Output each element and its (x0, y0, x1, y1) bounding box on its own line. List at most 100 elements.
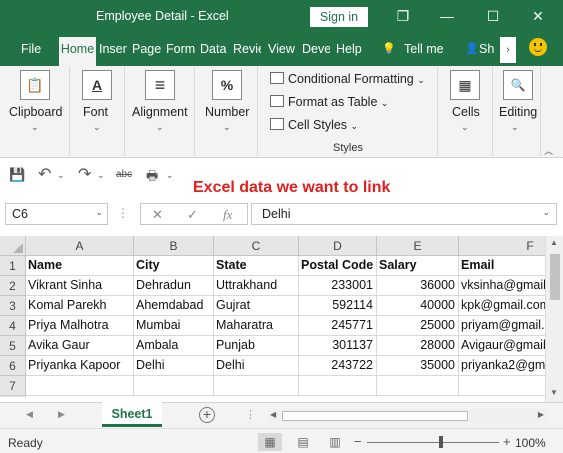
cell-a7[interactable] (26, 376, 134, 396)
cell-b8[interactable] (134, 396, 214, 397)
cell-e5[interactable]: 28000 (377, 336, 459, 356)
zoom-slider[interactable] (367, 442, 499, 443)
cell-b7[interactable] (134, 376, 214, 396)
tab-data[interactable]: Data (200, 42, 228, 56)
cell-e3[interactable]: 40000 (377, 296, 459, 316)
cell-b1[interactable]: City (134, 256, 214, 276)
cell-d8[interactable] (299, 396, 377, 397)
row-header-3[interactable]: 3 (0, 296, 26, 316)
cell-b5[interactable]: Ambala (134, 336, 214, 356)
tab-review[interactable]: Review (233, 42, 261, 56)
select-all-button[interactable] (0, 236, 26, 256)
zoom-level[interactable]: 100% (515, 436, 546, 450)
cells-group[interactable]: ▦ Cells ⌄ (438, 66, 493, 156)
cell-f1[interactable]: Email (459, 256, 545, 276)
scroll-down-icon[interactable]: ▼ (550, 388, 558, 397)
cell-c5[interactable]: Punjab (214, 336, 299, 356)
tab-help[interactable]: Help (336, 42, 364, 56)
row-header-8[interactable]: 8 (0, 396, 26, 397)
cell-b6[interactable]: Delhi (134, 356, 214, 376)
previous-sheet-icon[interactable]: ◀ (26, 409, 33, 420)
cell-e8[interactable] (377, 396, 459, 397)
cell-b3[interactable]: Ahemdabad (134, 296, 214, 316)
column-header-c[interactable]: C (214, 236, 299, 256)
cell-e1[interactable]: Salary (377, 256, 459, 276)
cell-a4[interactable]: Priya Malhotra (26, 316, 134, 336)
cell-styles-button[interactable]: Cell Styles ⌄ (270, 118, 358, 132)
cell-f5[interactable]: Avigaur@gmail.com (459, 336, 545, 356)
alignment-group[interactable]: ≡ Alignment ⌄ (125, 66, 195, 156)
vertical-scrollbar[interactable]: ▲ ▼ (545, 236, 563, 402)
cell-a5[interactable]: Avika Gaur (26, 336, 134, 356)
row-header-1[interactable]: 1 (0, 256, 26, 276)
sign-in-button[interactable]: Sign in (310, 7, 368, 27)
cell-b2[interactable]: Dehradun (134, 276, 214, 296)
row-header-5[interactable]: 5 (0, 336, 26, 356)
cell-e7[interactable] (377, 376, 459, 396)
cell-e6[interactable]: 35000 (377, 356, 459, 376)
cell-d2[interactable]: 233001 (299, 276, 377, 296)
column-header-a[interactable]: A (26, 236, 134, 256)
cell-c1[interactable]: State (214, 256, 299, 276)
undo-dropdown-icon[interactable]: ⌄ (57, 170, 65, 181)
column-header-e[interactable]: E (377, 236, 459, 256)
spellcheck-icon[interactable]: 🖶 (146, 167, 158, 189)
cell-a8[interactable] (26, 396, 134, 397)
horizontal-scroll-thumb[interactable] (282, 411, 468, 421)
zoom-slider-thumb[interactable] (439, 436, 443, 448)
cell-d5[interactable]: 301137 (299, 336, 377, 356)
editing-group[interactable]: 🔍 Editing ⌄ (493, 66, 541, 156)
cell-a3[interactable]: Komal Parekh (26, 296, 134, 316)
cell-c4[interactable]: Maharatra (214, 316, 299, 336)
row-header-4[interactable]: 4 (0, 316, 26, 336)
customize-toolbar-icon[interactable]: ⌄ (166, 170, 174, 181)
next-sheet-icon[interactable]: ▶ (58, 409, 65, 420)
cell-d6[interactable]: 243722 (299, 356, 377, 376)
add-sheet-icon[interactable]: + (199, 407, 215, 423)
insert-function-icon[interactable]: fx (223, 207, 232, 223)
tabs-scroll-right-icon[interactable]: › (500, 37, 516, 63)
cell-e2[interactable]: 36000 (377, 276, 459, 296)
cell-c8[interactable] (214, 396, 299, 397)
sheet-tab-sheet1[interactable]: Sheet1 (102, 402, 162, 427)
scroll-left-icon[interactable]: ◀ (270, 410, 276, 419)
cell-a2[interactable]: Vikrant Sinha (26, 276, 134, 296)
cell-f2[interactable]: vksinha@gmail.com (459, 276, 545, 296)
row-header-6[interactable]: 6 (0, 356, 26, 376)
tab-file[interactable]: File (21, 42, 41, 56)
cell-d3[interactable]: 592114 (299, 296, 377, 316)
cell-f4[interactable]: priyam@gmail.com (459, 316, 545, 336)
enter-icon[interactable]: ✓ (187, 207, 198, 223)
column-header-b[interactable]: B (134, 236, 214, 256)
ribbon-display-options-icon[interactable]: ❐ (389, 4, 417, 28)
cell-d7[interactable] (299, 376, 377, 396)
scroll-up-icon[interactable]: ▲ (550, 238, 558, 247)
tab-developer[interactable]: Developer (302, 42, 330, 56)
minimize-icon[interactable]: — (433, 4, 461, 28)
horizontal-scrollbar[interactable]: ◀ ▶ (268, 409, 546, 423)
cell-d1[interactable]: Postal Code (299, 256, 377, 276)
column-header-f[interactable]: F (459, 236, 545, 256)
cell-f7[interactable] (459, 376, 545, 396)
tab-home[interactable]: Home (59, 37, 96, 66)
collapse-ribbon-icon[interactable]: ︿ (544, 144, 553, 157)
tell-me-search[interactable]: Tell me (404, 42, 446, 56)
cell-e4[interactable]: 25000 (377, 316, 459, 336)
cell-c3[interactable]: Gujrat (214, 296, 299, 316)
save-icon[interactable]: 💾 (9, 167, 25, 183)
cell-b4[interactable]: Mumbai (134, 316, 214, 336)
tab-view[interactable]: View (268, 42, 296, 56)
normal-view-icon[interactable]: ▦ (258, 433, 282, 451)
conditional-formatting-button[interactable]: Conditional Formatting ⌄ (270, 72, 425, 86)
redo-dropdown-icon[interactable]: ⌄ (97, 170, 105, 181)
column-header-d[interactable]: D (299, 236, 377, 256)
share-button[interactable]: Share (479, 42, 494, 56)
zoom-out-icon[interactable]: − (354, 434, 362, 449)
tab-splitter-icon[interactable]: ⋮ (245, 408, 256, 421)
undo-icon[interactable]: ↶ (38, 164, 51, 184)
feedback-smiley-icon[interactable] (529, 38, 547, 56)
row-header-7[interactable]: 7 (0, 376, 26, 396)
cell-c2[interactable]: Uttrakhand (214, 276, 299, 296)
zoom-in-icon[interactable]: + (503, 434, 511, 449)
cell-a1[interactable]: Name (26, 256, 134, 276)
